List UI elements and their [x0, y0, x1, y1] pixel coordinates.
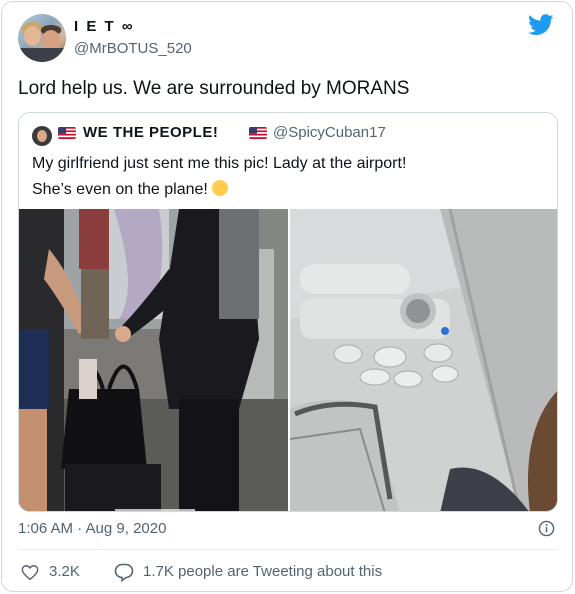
us-flag-icon [58, 127, 76, 139]
reply-count-text[interactable]: 1.7K people are Tweeting about this [143, 563, 382, 580]
quoted-author-avatar[interactable] [32, 126, 52, 146]
quoted-text-line-1: My girlfriend just sent me this pic! Lad… [32, 155, 407, 172]
quoted-tweet-text: My girlfriend just sent me this pic! Lad… [32, 151, 552, 203]
quoted-handle[interactable]: @SpicyCuban17 [273, 124, 386, 141]
reply-bubble-icon[interactable] [114, 563, 134, 582]
info-icon[interactable] [538, 520, 555, 537]
quoted-display-name[interactable]: WE THE PEOPLE! [83, 124, 218, 141]
divider [18, 549, 558, 550]
author-handle[interactable]: @MrBOTUS_520 [74, 40, 192, 57]
heart-icon[interactable] [21, 564, 39, 581]
tweet-timestamp[interactable]: 1:06 AM · Aug 9, 2020 [18, 520, 166, 537]
airplane-ceiling-photo[interactable] [290, 209, 558, 512]
airport-lady-photo[interactable] [19, 209, 288, 512]
author-display-name[interactable]: I E T ∞ [74, 18, 135, 35]
author-avatar[interactable] [18, 14, 66, 62]
tweet-text: Lord help us. We are surrounded by MORAN… [18, 78, 410, 99]
us-flag-icon [249, 127, 267, 139]
twitter-bird-icon[interactable] [528, 14, 554, 36]
tweet-card: I E T ∞ @MrBOTUS_520 Lord help us. We ar… [1, 1, 573, 592]
quoted-tweet[interactable]: WE THE PEOPLE! @SpicyCuban17 My girlfrie… [18, 112, 558, 512]
like-count[interactable]: 3.2K [49, 563, 80, 580]
quoted-text-line-2: She’s even on the plane! [32, 181, 208, 198]
rolling-on-floor-laughing-emoji [211, 180, 228, 196]
